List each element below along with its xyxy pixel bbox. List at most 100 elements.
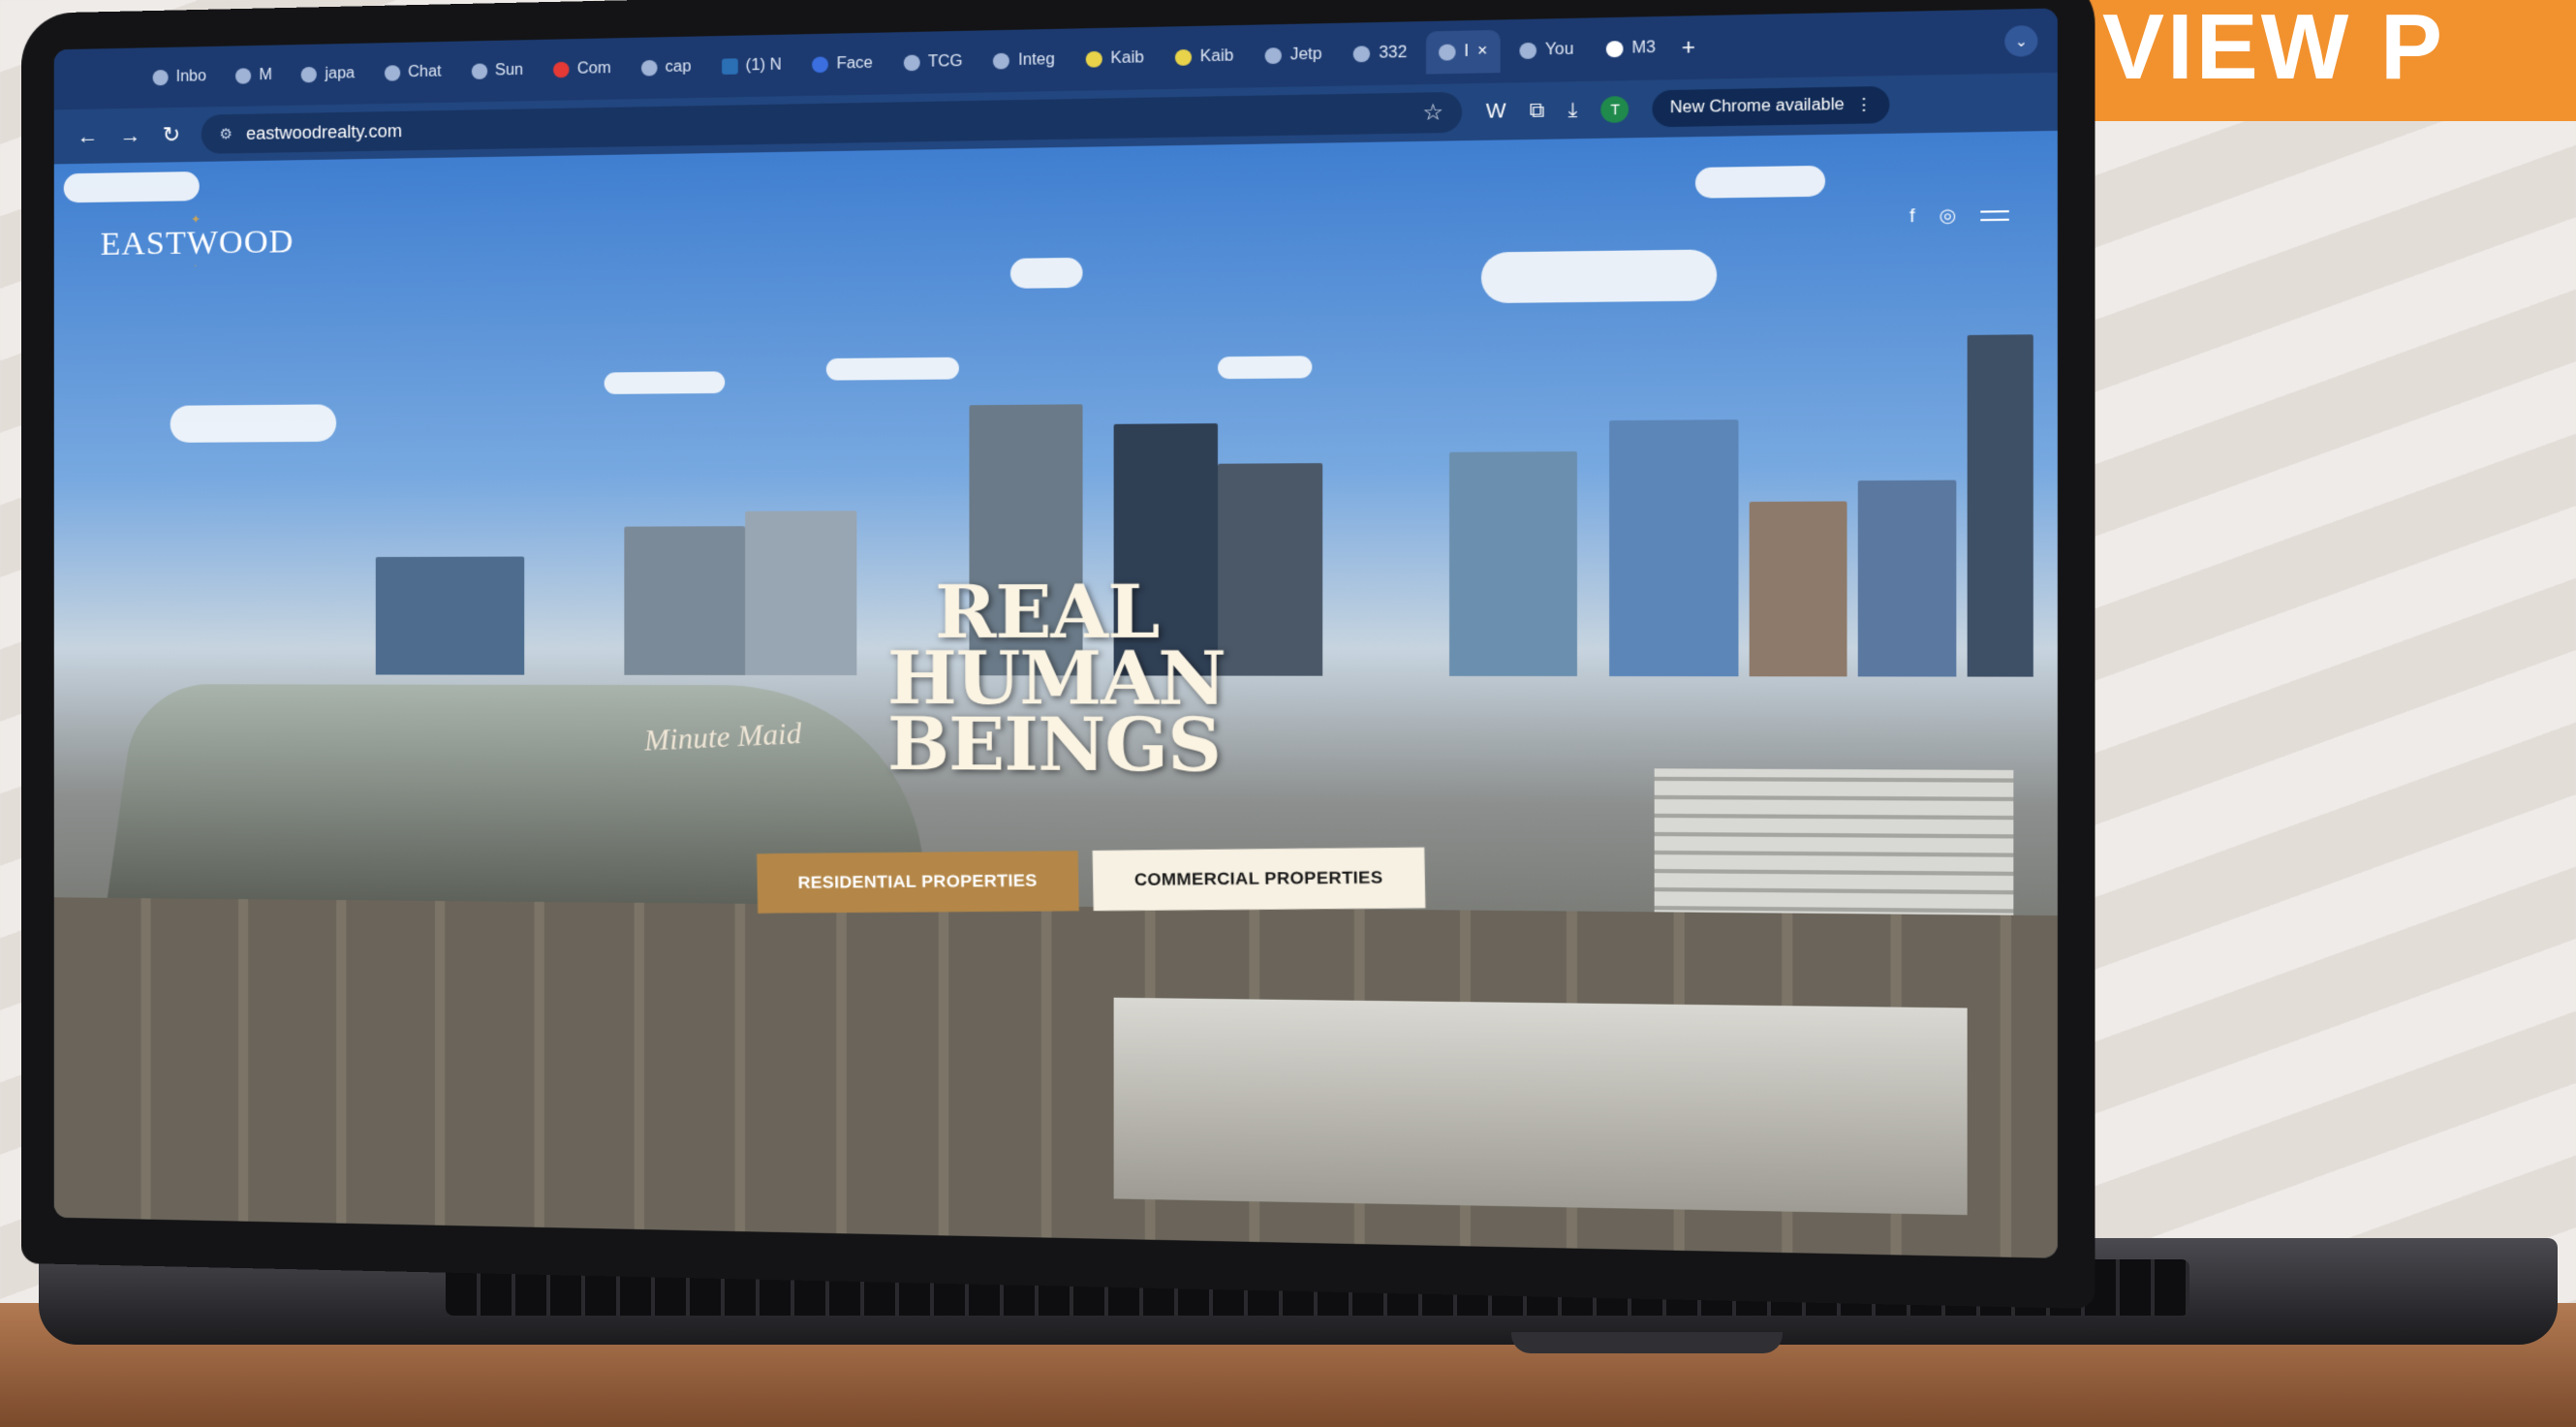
- app-icon: [993, 53, 1009, 70]
- building: [1750, 501, 1847, 676]
- tab-label: Face: [836, 54, 872, 73]
- url-text[interactable]: eastwoodrealty.com: [246, 103, 1408, 144]
- cloud: [1010, 258, 1083, 289]
- browser-tab[interactable]: Kaib: [1073, 37, 1157, 80]
- residential-properties-button[interactable]: RESIDENTIAL PROPERTIES: [757, 851, 1079, 914]
- cloud: [826, 357, 959, 381]
- tab-label: Chat: [408, 63, 442, 81]
- app-icon: [471, 63, 486, 79]
- cta-row: RESIDENTIAL PROPERTIES COMMERCIAL PROPER…: [757, 848, 1426, 914]
- instagram-icon[interactable]: ◎: [1940, 204, 1957, 227]
- browser-tab[interactable]: Sun: [459, 49, 535, 92]
- site-logo[interactable]: ✦ EASTWOOD ·: [101, 211, 295, 273]
- kebab-menu-icon: ⋮: [1855, 95, 1873, 116]
- browser-tab[interactable]: Integ: [981, 39, 1068, 82]
- download-icon[interactable]: ⤓: [1568, 99, 1578, 122]
- tab-label: Com: [577, 60, 611, 78]
- headline-line: BEINGS: [887, 712, 1207, 780]
- tab-label: 332: [1379, 44, 1407, 62]
- globe-icon: [301, 67, 317, 82]
- promo-badge-text: VIEW P: [2102, 1, 2445, 121]
- browser-tab[interactable]: japa: [290, 53, 366, 96]
- new-chrome-available-button[interactable]: New Chrome available ⋮: [1653, 86, 1890, 128]
- linkedin-icon: [722, 58, 738, 75]
- building: [1968, 334, 2033, 676]
- browser-tab[interactable]: Chat: [372, 51, 452, 94]
- extensions-puzzle-icon[interactable]: ⧉: [1530, 99, 1545, 123]
- wordpress-icon: [1265, 47, 1282, 64]
- forward-arrow-icon[interactable]: →: [120, 123, 141, 148]
- laptop-screen: Inbo M japa Chat Sun Com cap (1) N Face …: [54, 8, 2058, 1257]
- tab-label: Kaib: [1200, 47, 1234, 66]
- tab-search-dropdown-icon[interactable]: ⌄: [2004, 25, 2037, 57]
- tab-label: TCG: [928, 53, 963, 72]
- tab-label: Sun: [495, 62, 523, 80]
- site-header-icons: f ◎: [1909, 204, 2009, 228]
- tab-label: Inbo: [176, 68, 206, 86]
- browser-tab[interactable]: cap: [629, 47, 703, 89]
- cloud: [1481, 249, 1717, 303]
- logo-name: EASTWOOD: [101, 226, 295, 262]
- app-icon: [1086, 51, 1102, 68]
- tab-label: M: [259, 67, 271, 84]
- building: [1858, 481, 1957, 677]
- app-icon: [1606, 41, 1624, 57]
- facebook-icon: [812, 56, 828, 73]
- browser-tab[interactable]: You: [1506, 28, 1587, 73]
- building: [1449, 451, 1577, 676]
- back-arrow-icon[interactable]: ←: [78, 124, 99, 149]
- tab-label: Jetp: [1290, 46, 1322, 64]
- tab-label: You: [1545, 41, 1574, 60]
- bookmark-star-icon[interactable]: ☆: [1422, 99, 1443, 126]
- chatgpt-icon: [385, 65, 400, 81]
- cloud: [171, 404, 336, 443]
- app-icon: [1519, 43, 1536, 59]
- facebook-icon[interactable]: f: [1909, 205, 1915, 227]
- browser-tab[interactable]: Com: [542, 47, 623, 90]
- tab-label: I: [1464, 43, 1469, 61]
- new-chrome-label: New Chrome available: [1670, 96, 1845, 117]
- browser-tab-active[interactable]: I ×: [1426, 30, 1500, 75]
- browser-tab[interactable]: Jetp: [1253, 33, 1335, 78]
- building: [1218, 463, 1322, 676]
- profile-avatar[interactable]: T: [1601, 96, 1629, 123]
- browser-tab[interactable]: TCG: [891, 41, 975, 84]
- app-icon: [235, 68, 251, 83]
- browser-tab[interactable]: Inbo: [141, 56, 218, 99]
- app-icon: [1175, 49, 1192, 66]
- cloud: [605, 371, 726, 394]
- browser-tab[interactable]: M3: [1593, 26, 1668, 71]
- tab-label: Kaib: [1110, 49, 1143, 68]
- browser-tab[interactable]: Kaib: [1163, 35, 1246, 78]
- building: [1609, 419, 1738, 676]
- building: [376, 557, 524, 675]
- hero-section: Minute Maid ✦ EASTWOOD · f ◎ REAL HUMAN …: [54, 131, 2058, 1258]
- hero-headline: REAL HUMAN BEINGS: [887, 579, 1207, 780]
- laptop-lid: Inbo M japa Chat Sun Com cap (1) N Face …: [21, 0, 2095, 1309]
- cloud: [1218, 356, 1312, 379]
- browser-tab[interactable]: Face: [800, 43, 885, 86]
- tab-label: cap: [666, 58, 692, 77]
- building: [745, 511, 856, 675]
- youtube-icon: [553, 62, 569, 78]
- app-icon: [1353, 46, 1370, 62]
- app-icon: [641, 60, 658, 77]
- commercial-properties-button[interactable]: COMMERCIAL PROPERTIES: [1093, 848, 1426, 912]
- reload-icon[interactable]: ↻: [163, 122, 180, 147]
- new-tab-button[interactable]: +: [1682, 34, 1695, 61]
- extension-icon[interactable]: W: [1486, 100, 1506, 124]
- gmail-icon: [153, 70, 169, 85]
- browser-tab[interactable]: 332: [1341, 32, 1419, 77]
- tab-label: Integ: [1018, 51, 1055, 70]
- app-icon: [903, 55, 919, 72]
- close-icon[interactable]: ×: [1477, 43, 1487, 61]
- browser-tab[interactable]: M: [224, 54, 284, 97]
- tab-label: M3: [1631, 39, 1656, 58]
- cloud: [64, 171, 200, 202]
- app-icon: [1439, 45, 1456, 61]
- site-settings-icon[interactable]: ⚙: [219, 125, 233, 142]
- tab-label: japa: [325, 65, 355, 83]
- browser-tab[interactable]: (1) N: [709, 45, 793, 88]
- laptop-notch: [1511, 1332, 1783, 1353]
- hamburger-menu-icon[interactable]: [1980, 210, 2009, 221]
